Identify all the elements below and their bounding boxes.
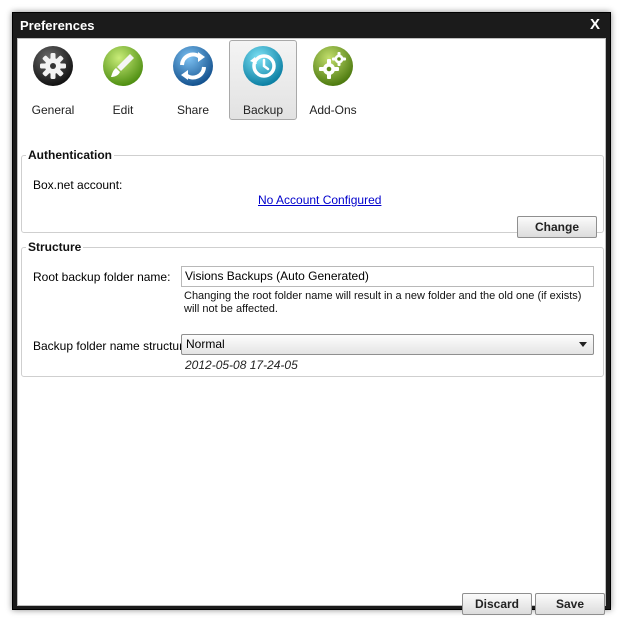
change-button[interactable]: Change [517, 216, 597, 238]
tab-edit-label: Edit [112, 103, 134, 117]
window-title: Preferences [20, 18, 95, 33]
tab-add-ons[interactable]: Add-Ons [299, 40, 367, 120]
root-folder-input[interactable]: Visions Backups (Auto Generated) [181, 266, 594, 287]
tab-backup[interactable]: Backup [229, 40, 297, 120]
close-button[interactable]: X [588, 17, 602, 33]
root-folder-label: Root backup folder name: [33, 270, 171, 284]
discard-button[interactable]: Discard [462, 593, 532, 615]
preferences-window: Preferences X General Edit Share Backup … [12, 12, 611, 615]
chevron-down-icon [579, 342, 587, 347]
title-bar: Preferences X [13, 13, 610, 38]
gear-icon [33, 46, 73, 86]
folder-structure-label: Backup folder name structure: [33, 339, 194, 353]
tab-share-label: Share [176, 103, 210, 117]
addons-gears-icon [313, 46, 353, 86]
authentication-legend: Authentication [28, 148, 112, 162]
brush-icon [103, 46, 143, 86]
folder-structure-select[interactable]: Normal [181, 334, 594, 355]
tab-add-ons-label: Add-Ons [309, 103, 357, 117]
folder-name-preview: 2012-05-08 17-24-05 [185, 358, 298, 372]
tab-edit[interactable]: Edit [89, 40, 157, 120]
preferences-content: General Edit Share Backup Add-Ons Authen… [17, 38, 606, 615]
structure-legend: Structure [28, 240, 82, 254]
tab-general[interactable]: General [19, 40, 87, 120]
tab-general-label: General [31, 103, 75, 117]
account-link[interactable]: No Account Configured [258, 193, 381, 207]
root-folder-note: Changing the root folder name will resul… [184, 290, 582, 315]
backup-clock-icon [243, 46, 283, 86]
save-button[interactable]: Save [535, 593, 605, 615]
folder-structure-value: Normal [186, 337, 225, 351]
category-toolbar: General Edit Share Backup Add-Ons [18, 39, 605, 135]
share-arrows-icon [173, 46, 213, 86]
box-account-label: Box.net account: [33, 178, 123, 192]
tab-backup-label: Backup [242, 103, 284, 117]
tab-share[interactable]: Share [159, 40, 227, 120]
